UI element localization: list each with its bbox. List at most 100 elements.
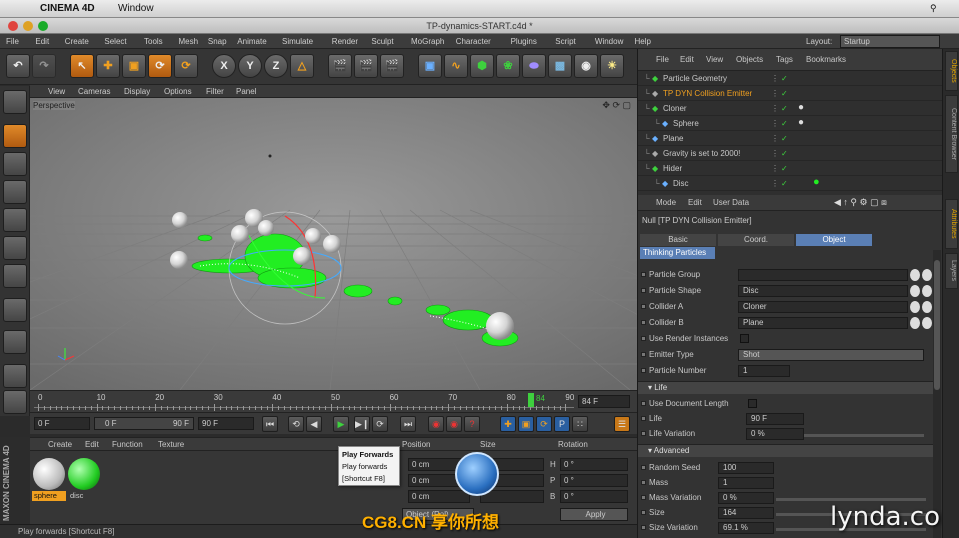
object-name[interactable]: Sphere [673,116,699,131]
attribute-value-field[interactable]: Shot [738,349,924,361]
object-name[interactable]: Hider [663,161,682,176]
playhead[interactable] [528,393,534,407]
tab-basic[interactable]: Basic [640,234,716,246]
record-point-level-button[interactable]: ∷ [572,416,588,432]
viewport-menu-display[interactable]: Display [124,87,150,96]
render-picture-viewer-button[interactable]: 🎬 [354,54,378,78]
attribute-value-field[interactable]: 100 [718,462,774,474]
z-axis-lock-button[interactable]: Z [264,54,288,78]
object-name[interactable]: Cloner [663,101,687,116]
object-menu-bookmarks[interactable]: Bookmarks [806,55,846,64]
object-row[interactable]: └ ◆ Disc ⋮ ✓ ● [638,176,943,191]
undo-button[interactable]: ↶ [6,54,30,78]
visibility-dots-icon[interactable]: ⋮ [771,161,779,176]
viewport-menu-view[interactable]: View [48,87,65,96]
menu-render[interactable]: Render [332,37,358,46]
parameter-anim-dot[interactable] [641,510,646,515]
value-slider[interactable] [776,498,926,501]
go-to-start-button[interactable]: ⏮ [262,416,278,432]
object-row[interactable]: └ ◆ Gravity is set to 2000! ⋮ ✓ [638,146,943,161]
visibility-dots-icon[interactable]: ⋮ [771,146,779,161]
parameter-anim-dot[interactable] [641,272,646,277]
menu-tools[interactable]: Tools [144,37,163,46]
variation-slider[interactable] [804,434,924,437]
object-menu-file[interactable]: File [656,55,669,64]
attribute-nav-icons[interactable]: ◀ ↑ ⚲ ⚙ ▢ ⧈ [834,197,887,208]
points-mode-button[interactable] [3,208,27,232]
viewport-nav-icons[interactable]: ✥ ⟳ ▢ [602,100,631,111]
play-forwards-button[interactable]: ▶ [333,416,349,432]
object-name[interactable]: Disc [673,176,689,191]
link-select-icon[interactable] [922,317,932,329]
record-position-button[interactable]: ✚ [500,416,516,432]
light-object-button[interactable]: ☀ [600,54,624,78]
section-header-life[interactable]: ▾ Life [638,381,933,394]
spline-pen-button[interactable]: ∿ [444,54,468,78]
snapping-button[interactable] [3,364,27,388]
menu-sculpt[interactable]: Sculpt [371,37,393,46]
minimize-window-button[interactable] [23,21,33,31]
link-arrow-icon[interactable] [910,301,920,313]
attribute-value-field[interactable]: 164 [718,507,774,519]
viewport-menu-panel[interactable]: Panel [236,87,256,96]
menu-create[interactable]: Create [65,37,89,46]
object-name[interactable]: TP DYN Collision Emitter [663,86,752,101]
layout-dropdown[interactable]: Startup [840,35,940,48]
tag-icon[interactable]: ● [798,100,804,115]
visibility-dots-icon[interactable]: ⋮ [771,86,779,101]
object-menu-view[interactable]: View [706,55,723,64]
coordinate-system-button[interactable]: △ [290,54,314,78]
y-axis-lock-button[interactable]: Y [238,54,262,78]
material-tag-icon[interactable]: ● [813,175,820,190]
object-menu-objects[interactable]: Objects [736,55,763,64]
parameter-anim-dot[interactable] [641,495,646,500]
preview-range-slider[interactable]: 0 F 90 F [94,417,194,430]
material-name-sphere[interactable]: sphere [32,491,66,501]
menu-script[interactable]: Script [555,37,575,46]
enabled-check-icon[interactable]: ✓ [781,161,788,176]
workplane-lock-button[interactable] [3,390,27,414]
attribute-menu-mode[interactable]: Mode [656,198,676,207]
spotlight-icon[interactable]: ⚲ [930,3,937,14]
attribute-menu-user-data[interactable]: User Data [713,198,749,207]
timeline[interactable]: 0 10 20 30 40 50 60 70 80 90 84 84 F [30,390,637,412]
tag-icon[interactable]: ● [798,115,804,130]
parameter-anim-dot[interactable] [641,525,646,530]
workplane-mode-button[interactable] [3,180,27,204]
parameter-anim-dot[interactable] [641,320,646,325]
tab-attributes[interactable]: Attributes [945,199,958,249]
menu-plugins[interactable]: Plugins [511,37,537,46]
axis-mode-button[interactable] [3,298,27,322]
make-editable-button[interactable] [3,90,27,114]
viewport-menu-options[interactable]: Options [164,87,192,96]
enabled-check-icon[interactable]: ✓ [781,71,788,86]
tab-coord[interactable]: Coord. [718,234,794,246]
tab-objects[interactable]: Objects [945,51,958,91]
link-arrow-icon[interactable] [910,285,920,297]
visibility-dots-icon[interactable]: ⋮ [771,131,779,146]
attribute-value-field[interactable] [738,269,908,281]
link-select-icon[interactable] [922,285,932,297]
subdivision-surface-button[interactable]: ⬢ [470,54,494,78]
enabled-check-icon[interactable]: ✓ [781,86,788,101]
parameter-anim-dot[interactable] [641,352,646,357]
next-key-button[interactable]: ⟳ [372,416,388,432]
visibility-dots-icon[interactable]: ⋮ [771,71,779,86]
record-parameter-button[interactable]: P [554,416,570,432]
render-settings-button[interactable]: 🎬 [380,54,404,78]
menu-animate[interactable]: Animate [237,37,266,46]
material-name-disc[interactable]: disc [68,491,102,501]
material-menu-texture[interactable]: Texture [158,440,184,449]
record-active-objects-button[interactable]: ◉ [428,416,444,432]
x-axis-lock-button[interactable]: X [212,54,236,78]
object-menu-tags[interactable]: Tags [776,55,793,64]
apply-button[interactable]: Apply [560,508,628,521]
end-frame-field[interactable]: 90 F [198,417,254,430]
material-menu-function[interactable]: Function [112,440,143,449]
cube-object-button[interactable]: ▣ [418,54,442,78]
previous-key-button[interactable]: ⟲ [288,416,304,432]
object-row[interactable]: └ ◆ Particle Geometry ⋮ ✓ [638,71,943,86]
parameter-anim-dot[interactable] [641,465,646,470]
tab-object[interactable]: Object [796,234,872,246]
previous-frame-button[interactable]: ◀ [306,416,322,432]
